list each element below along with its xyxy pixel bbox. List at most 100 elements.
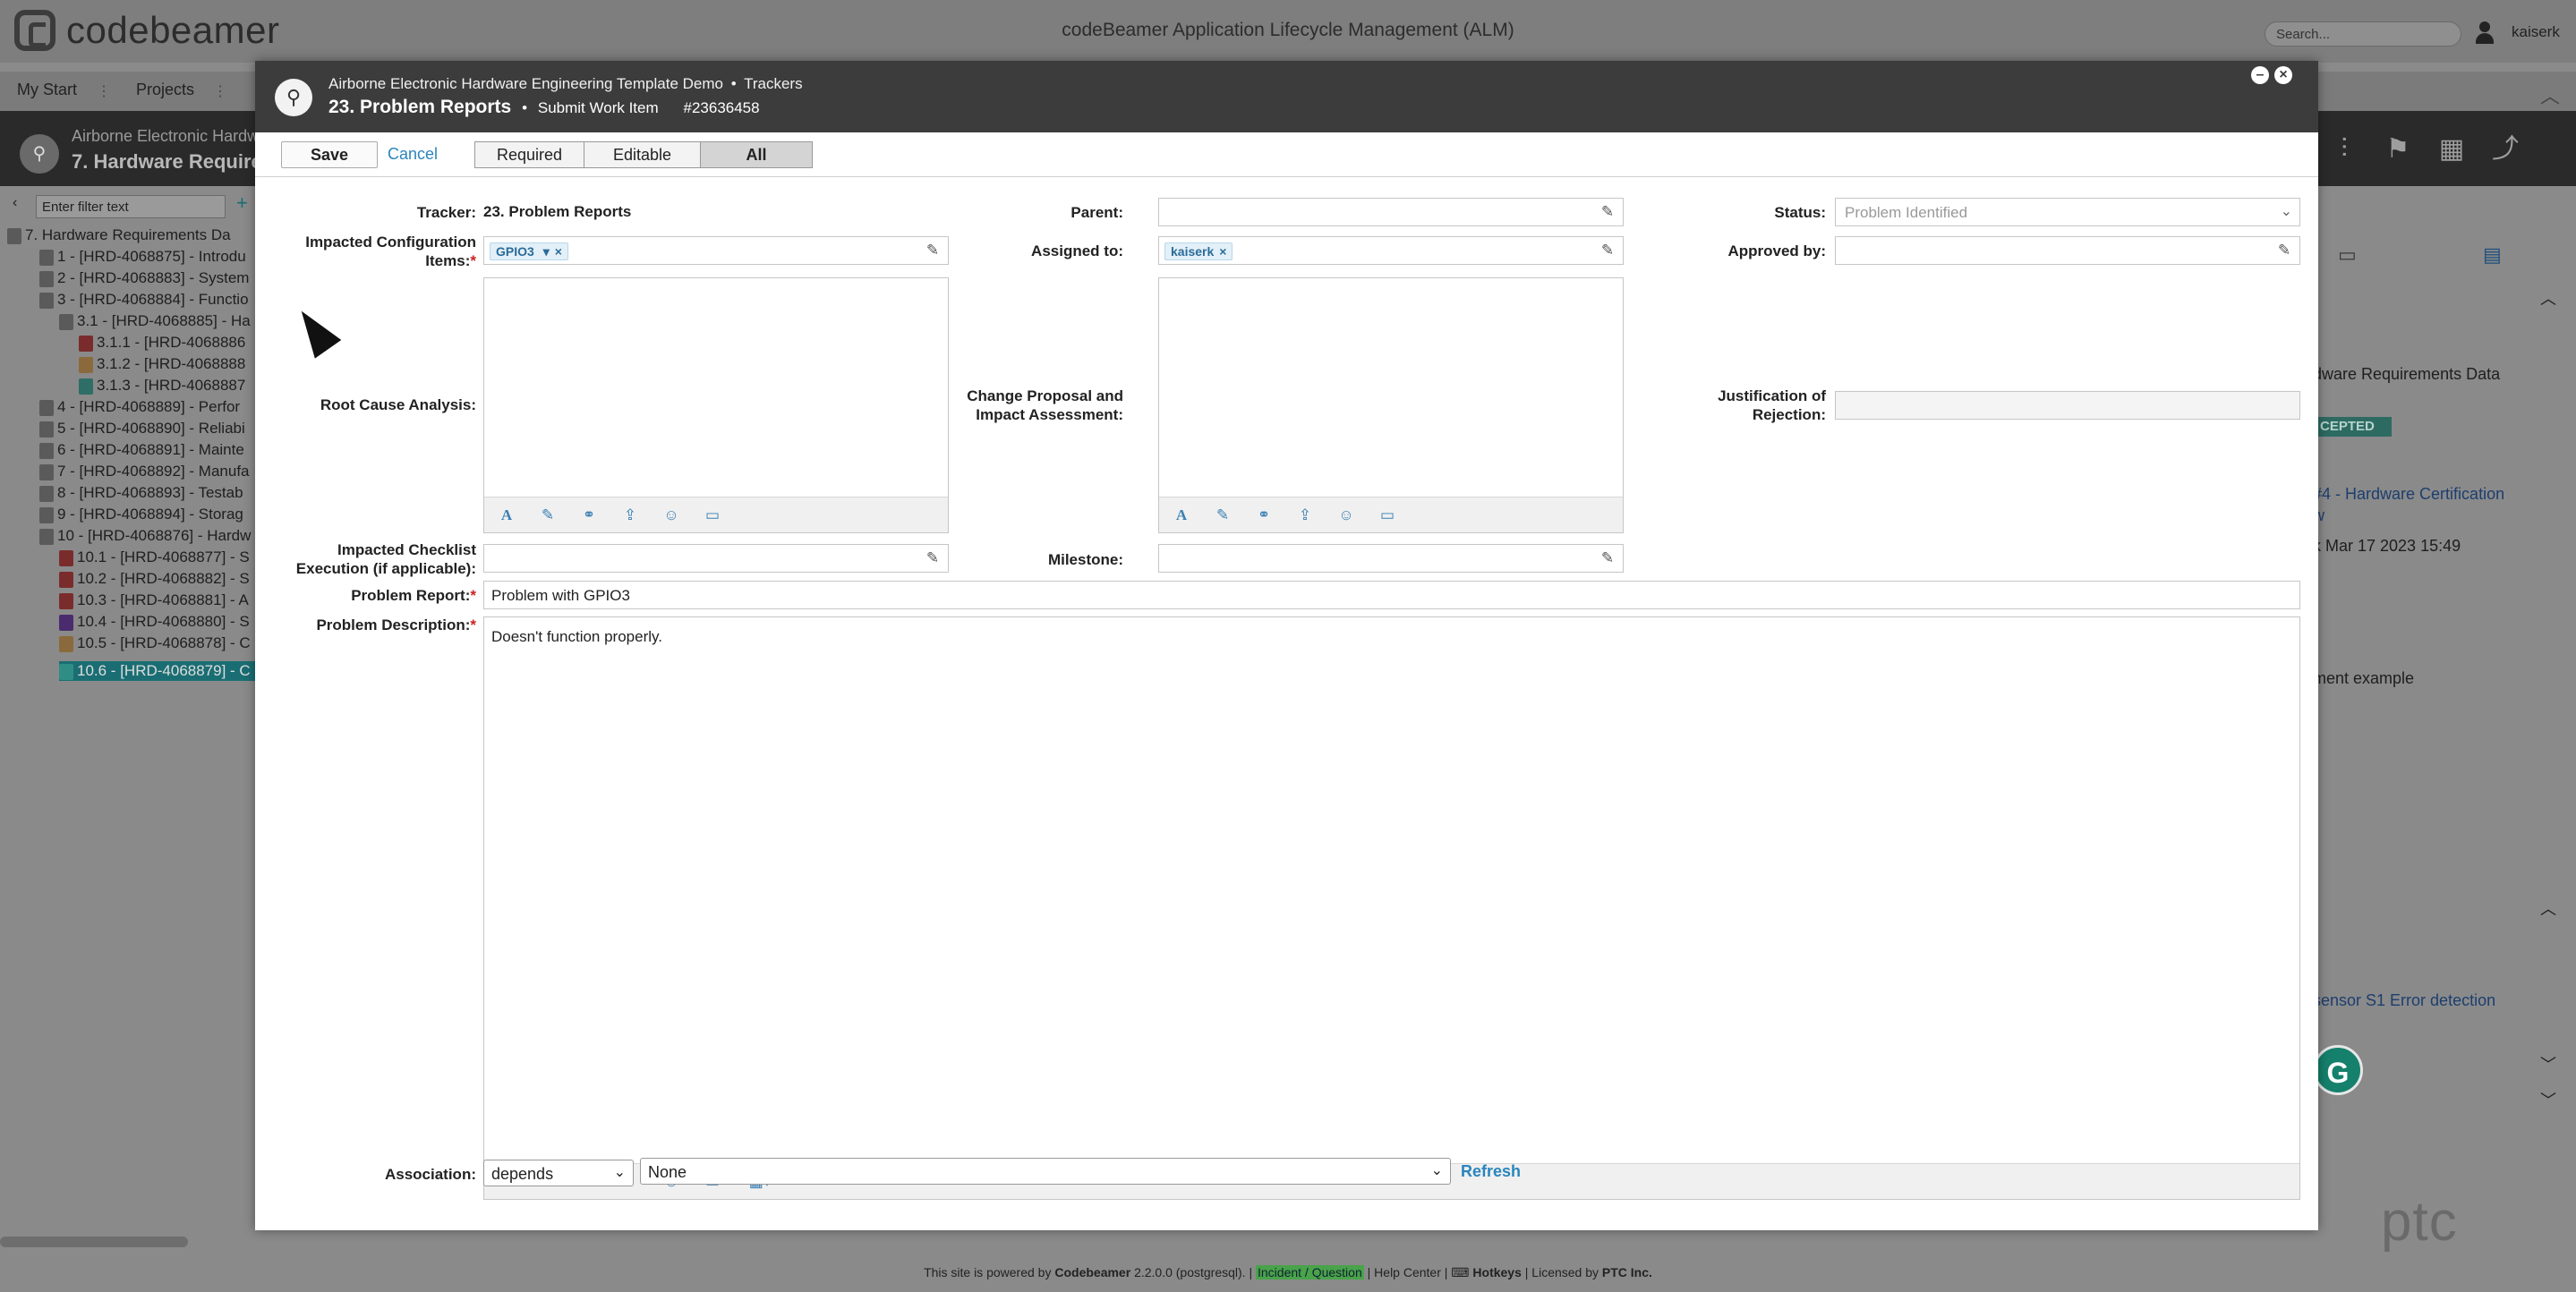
edit-pencil-icon[interactable]: ✎ [2276,242,2292,259]
user-icon[interactable] [2474,21,2495,45]
preview-icon[interactable]: ▭ [1378,506,1397,524]
hotkeys-link[interactable]: Hotkeys [1472,1265,1521,1279]
global-search-input[interactable]: Search... [2265,21,2461,47]
assignee-tag[interactable]: kaiserk × [1164,242,1233,260]
font-icon[interactable]: A [1172,506,1191,524]
upload-icon[interactable]: ⇪ [1295,506,1315,524]
cancel-button[interactable]: Cancel [388,145,438,164]
change-proposal-editor[interactable]: A ✎ ⚭ ⇪ ☺ ▭ [1158,277,1624,533]
close-icon[interactable]: × [2274,66,2292,84]
change-proposal-textarea[interactable] [1159,278,1623,300]
tree-item[interactable]: 10.4 - [HRD-4068880] - S [59,612,250,632]
collapse-chevron-icon[interactable]: ︿ [2540,897,2556,920]
root-cause-editor[interactable]: A ✎ ⚭ ⇪ ☺ ▭ [483,277,949,533]
folder-icon [39,442,54,459]
tree-item[interactable]: 1 - [HRD-4068875] - Introdu [39,247,246,267]
emoji-icon[interactable]: ☺ [661,506,681,524]
panel-icon[interactable]: ▭ [2338,243,2357,267]
breadcrumb-project[interactable]: Airborne Electronic Hardware Engineering… [328,75,723,92]
association-type-select[interactable]: depends ⌄ [483,1160,634,1186]
breadcrumb-trackers[interactable]: Trackers [744,75,803,92]
tree-scrollbar[interactable] [0,1237,188,1247]
tree-collapse-icon[interactable]: ‹ [13,193,17,213]
tree-item[interactable]: 2 - [HRD-4068883] - System [39,268,249,288]
problem-report-input[interactable]: Problem with GPIO3 [483,581,2300,609]
filter-editable[interactable]: Editable [584,142,701,167]
emoji-icon[interactable]: ☺ [1336,506,1356,524]
wiki-edit-icon[interactable]: ✎ [538,506,558,524]
filter-icon[interactable]: ⫶ [2329,134,2359,165]
tree-item[interactable]: 10.5 - [HRD-4068878] - C [59,633,251,653]
link-icon[interactable]: ⚭ [579,506,599,524]
filter-all[interactable]: All [701,142,812,167]
nav-projects[interactable]: Projects [136,81,194,99]
tree-item[interactable]: 10.2 - [HRD-4068882] - S [59,569,250,589]
impacted-ci-field[interactable]: GPIO3 ▾ × ✎ [483,236,949,265]
tree-item[interactable]: 9 - [HRD-4068894] - Storag [39,505,243,524]
tracker-label: dware Requirements Data [2313,365,2501,383]
edit-pencil-icon[interactable]: ✎ [1599,242,1616,259]
review-icon[interactable]: ⚑ [2383,134,2413,165]
incident-link[interactable]: Incident / Question [1256,1265,1364,1279]
panel-icon[interactable]: ▤ [2483,243,2502,267]
add-icon[interactable]: + [236,193,248,213]
tree-item[interactable]: 10 - [HRD-4068876] - Hardw [39,526,251,546]
tree-item[interactable]: 8 - [HRD-4068893] - Testab [39,483,243,503]
tree-item[interactable]: 3 - [HRD-4068884] - Functio [39,290,249,310]
tree-item[interactable]: 3.1.1 - [HRD-4068886 [79,333,245,353]
status-select[interactable]: Problem Identified ⌄ [1835,198,2300,226]
chevron-down-icon: ⌄ [613,1165,626,1180]
nav-my-start[interactable]: My Start [17,81,77,99]
tree-item[interactable]: 3.1.3 - [HRD-4068887 [79,376,245,395]
preview-icon[interactable]: ▭ [703,506,722,524]
share-icon[interactable]: ⤴ [2490,134,2521,165]
tree-item[interactable]: 7 - [HRD-4068892] - Manufa [39,462,250,481]
justification-field[interactable] [1835,391,2300,420]
ci-tag[interactable]: GPIO3 ▾ × [490,242,568,260]
project-name[interactable]: Airborne Electronic Hardw [72,127,259,146]
approved-by-field[interactable]: ✎ [1835,236,2300,265]
related-link[interactable]: #4 - Hardware Certification [2313,485,2504,504]
save-button[interactable]: Save [281,141,378,168]
tree-item[interactable]: 3.1 - [HRD-4068885] - Ha [59,311,251,331]
minimize-icon[interactable]: – [2251,66,2269,84]
tag-dropdown-icon[interactable]: ▾ [543,244,550,259]
tree-item-selected[interactable]: 10.6 - [HRD-4068879] - C [59,661,258,681]
edit-pencil-icon[interactable]: ✎ [1599,204,1616,220]
edit-pencil-icon[interactable]: ✎ [1599,550,1616,566]
tree-item[interactable]: 5 - [HRD-4068890] - Reliabi [39,419,245,438]
parent-field[interactable]: ✎ [1158,198,1624,226]
problem-description-textarea[interactable]: Doesn't function properly. [484,617,2299,657]
tree-item[interactable]: 7. Hardware Requirements Da [7,225,231,245]
expand-chevron-icon[interactable]: ﹀ [2540,1052,2556,1075]
milestone-field[interactable]: ✎ [1158,544,1624,573]
association-target-select[interactable]: None ⌄ [640,1158,1451,1185]
filter-required[interactable]: Required [475,142,584,167]
tag-remove-icon[interactable]: × [555,244,562,259]
collapse-chevron-icon[interactable]: ︿ [2540,81,2560,109]
problem-description-editor[interactable]: Doesn't function properly. A ✎ ⚭ ⇪ ☺ ▭ ▦… [483,616,2300,1200]
tree-item[interactable]: 10.1 - [HRD-4068877] - S [59,548,250,567]
tree-item[interactable]: 10.3 - [HRD-4068881] - A [59,591,249,610]
grammarly-button[interactable]: G [2313,1045,2363,1095]
user-name[interactable]: kaiserk [2512,23,2560,41]
font-icon[interactable]: A [497,506,516,524]
dialog-tracker-name[interactable]: 23. Problem Reports [328,97,511,117]
tag-remove-icon[interactable]: × [1219,244,1226,259]
layout-icon[interactable]: ▦ [2436,134,2467,165]
related-link[interactable]: sensor S1 Error detection [2313,991,2495,1010]
assigned-to-field[interactable]: kaiserk × ✎ [1158,236,1624,265]
tree-item[interactable]: 3.1.2 - [HRD-4068888 [79,354,245,374]
refresh-link[interactable]: Refresh [1461,1162,1521,1181]
wiki-edit-icon[interactable]: ✎ [1213,506,1233,524]
tree-item[interactable]: 4 - [HRD-4068889] - Perfor [39,397,240,417]
collapse-chevron-icon[interactable]: ︿ [2540,286,2556,310]
expand-chevron-icon[interactable]: ﹀ [2540,1088,2556,1111]
checklist-field[interactable]: ✎ [483,544,949,573]
root-cause-textarea[interactable] [484,278,948,300]
help-center-link[interactable]: Help Center [1374,1265,1441,1279]
link-icon[interactable]: ⚭ [1254,506,1274,524]
tree-item[interactable]: 6 - [HRD-4068891] - Mainte [39,440,244,460]
tree-filter-input[interactable]: Enter filter text [36,195,226,218]
upload-icon[interactable]: ⇪ [620,506,640,524]
